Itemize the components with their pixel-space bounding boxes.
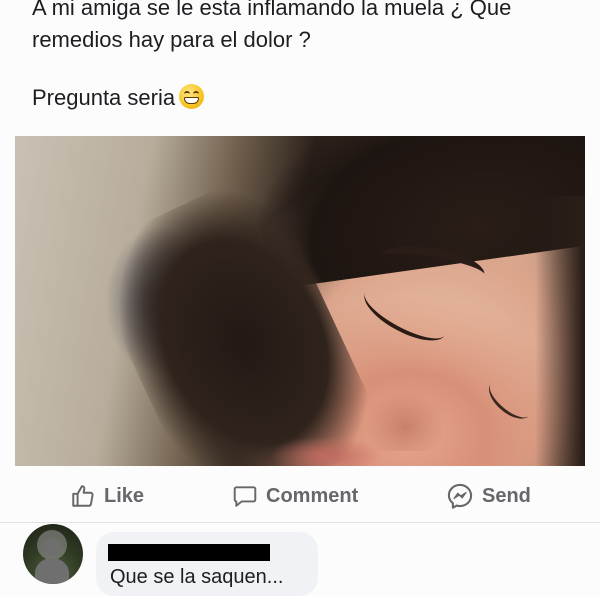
comment-bubble-icon xyxy=(233,486,257,507)
thumbs-up-icon xyxy=(72,485,94,507)
serious-label: Pregunta seria xyxy=(32,85,176,110)
comment-row: Que se la saquen... xyxy=(0,522,600,596)
comment-bubble: Que se la saquen... xyxy=(96,532,318,596)
like-button[interactable]: Like xyxy=(70,482,144,510)
post-photo[interactable] xyxy=(15,136,585,466)
post-actions-bar: Like Comment Send xyxy=(0,470,600,523)
post-text: A mi amiga se le esta inflamando la muel… xyxy=(32,0,592,114)
send-button[interactable]: Send xyxy=(446,482,531,510)
comment-label: Comment xyxy=(266,484,359,507)
like-label: Like xyxy=(104,484,145,507)
post-serious-line: Pregunta seria xyxy=(32,82,592,114)
grinning-face-icon xyxy=(179,84,205,109)
avatar[interactable] xyxy=(23,524,83,584)
comment-text: Que se la saquen... xyxy=(110,566,284,588)
comment-button[interactable]: Comment xyxy=(232,482,358,510)
messenger-icon xyxy=(447,483,473,509)
post-question: A mi amiga se le esta inflamando la muel… xyxy=(32,0,512,52)
send-label: Send xyxy=(482,484,531,507)
redacted-commenter-name xyxy=(108,544,270,561)
